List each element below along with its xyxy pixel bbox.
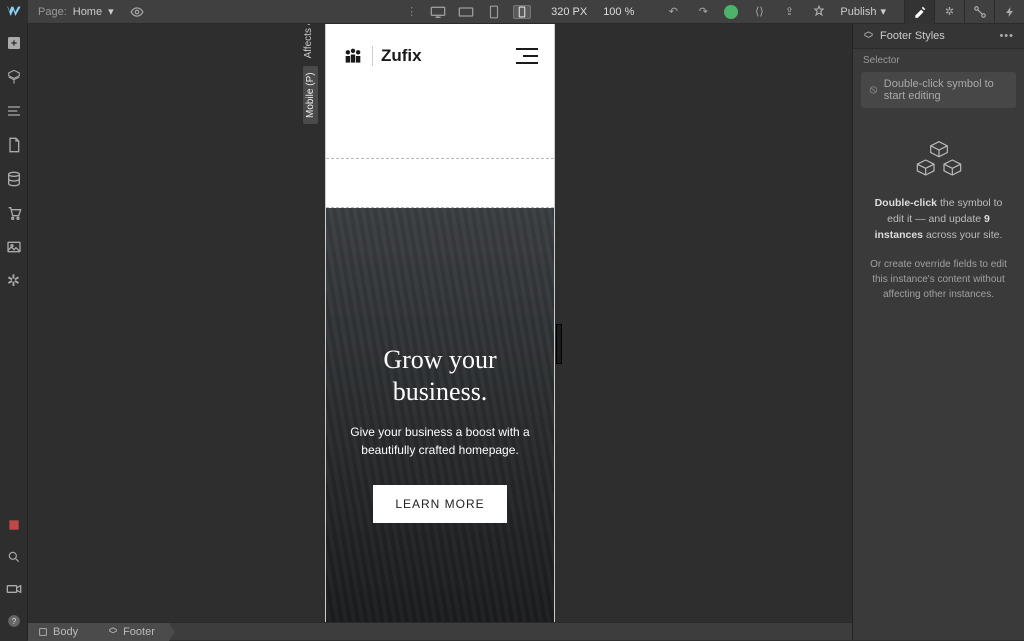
panel-header: Footer Styles ••• <box>853 24 1024 49</box>
interactions-panel-tab[interactable] <box>994 0 1024 24</box>
publish-button[interactable]: Publish ▾ <box>840 5 886 18</box>
brand[interactable]: Zufix <box>342 46 422 66</box>
device-switcher: 320 PX 100 % <box>429 5 634 19</box>
info-suffix: across your site. <box>923 229 1002 241</box>
page-selector[interactable]: Page: Home ▾ <box>28 5 124 18</box>
panel-menu-icon[interactable]: ••• <box>999 30 1014 42</box>
page-name: Home <box>73 6 102 18</box>
breadcrumb-body[interactable]: Body <box>28 623 92 641</box>
navigator-icon[interactable] <box>5 102 23 120</box>
tablet-portrait-icon[interactable] <box>485 5 503 19</box>
mobile-icon[interactable] <box>513 5 531 19</box>
settings-icon[interactable]: ✲ <box>5 272 23 290</box>
style-panel-tab[interactable] <box>904 0 934 24</box>
topbar: Page: Home ▾ ⋮ 320 PX 100 % ↶ ↷ ⟨⟩ ⇪ Pub… <box>0 0 1024 24</box>
search-icon[interactable] <box>5 548 23 566</box>
chevron-down-icon: ▾ <box>108 5 114 18</box>
viewport-width[interactable]: 320 PX <box>551 6 587 18</box>
body-icon <box>38 627 48 637</box>
canvas[interactable]: Mobile (P) Affects 479px and below Zufix… <box>28 24 852 622</box>
viewport-resize-handle[interactable] <box>556 324 562 364</box>
left-toolbar: ✲ ? <box>0 24 28 640</box>
add-element-icon[interactable] <box>5 34 23 52</box>
brand-logo-icon <box>342 47 364 65</box>
breakpoint-label: Mobile (P) Affects 479px and below <box>303 24 318 124</box>
site-navbar: Zufix <box>326 24 554 88</box>
webflow-logo-icon[interactable] <box>0 0 28 24</box>
mobile-viewport[interactable]: Zufix Grow your business. Give your busi… <box>325 24 555 622</box>
hero-subtitle: Give your business a boost with a beauti… <box>344 423 536 459</box>
style-panel: Footer Styles ••• Selector Double-click … <box>852 24 1024 640</box>
selector-input[interactable]: Double-click symbol to start editing <box>861 72 1016 108</box>
pages-icon[interactable] <box>5 136 23 154</box>
publish-label: Publish <box>840 6 876 18</box>
hero-title: Grow your business. <box>344 344 536 409</box>
breakpoint-badge: Mobile (P) <box>303 66 318 124</box>
symbols-icon[interactable] <box>5 68 23 86</box>
video-tutorial-icon[interactable] <box>5 580 23 598</box>
preview-eye-icon[interactable] <box>130 5 144 19</box>
chevron-down-icon: ▾ <box>880 5 886 18</box>
assets-icon[interactable] <box>5 238 23 256</box>
symbol-icon <box>863 31 874 42</box>
redo-icon[interactable]: ↷ <box>694 3 712 21</box>
zoom-level[interactable]: 100 % <box>603 6 634 18</box>
code-icon[interactable]: ⟨⟩ <box>750 3 768 21</box>
settings-panel-tab[interactable]: ✲ <box>934 0 964 24</box>
more-icon[interactable]: ⋮ <box>406 5 417 18</box>
breadcrumb-footer[interactable]: Footer <box>92 623 169 641</box>
help-icon[interactable]: ? <box>5 612 23 630</box>
selector-hint: Double-click symbol to start editing <box>884 78 1008 102</box>
hero-cta-button[interactable]: LEARN MORE <box>373 485 506 523</box>
svg-text:?: ? <box>11 617 16 626</box>
audit-icon[interactable] <box>5 516 23 534</box>
export-icon[interactable]: ⇪ <box>780 3 798 21</box>
breakpoint-affects: Affects 479px and below <box>303 24 318 58</box>
ecommerce-icon[interactable] <box>5 204 23 222</box>
undo-icon[interactable]: ↶ <box>664 3 682 21</box>
info-bold-1: Double-click <box>875 197 940 209</box>
audit-icon[interactable] <box>810 3 828 21</box>
breadcrumb-body-label: Body <box>53 626 78 638</box>
breadcrumb-bar: Body Footer <box>28 622 852 640</box>
cubes-icon <box>914 140 964 180</box>
style-manager-tab[interactable] <box>964 0 994 24</box>
cms-icon[interactable] <box>5 170 23 188</box>
section-placeholder[interactable] <box>326 158 554 208</box>
selector-section-label: Selector <box>853 49 1024 72</box>
page-label: Page: <box>38 6 67 18</box>
hero-section[interactable]: Grow your business. Give your business a… <box>326 208 554 622</box>
panel-title: Footer Styles <box>880 30 945 42</box>
info-line2: Or create override fields to edit this i… <box>867 257 1010 302</box>
symbol-icon <box>108 627 118 637</box>
desktop-icon[interactable] <box>429 5 447 19</box>
breadcrumb-footer-label: Footer <box>123 626 155 638</box>
menu-icon[interactable] <box>516 48 538 64</box>
brand-name: Zufix <box>381 46 422 66</box>
symbol-info: Double-click the symbol to edit it — and… <box>853 108 1024 320</box>
tablet-landscape-icon[interactable] <box>457 5 475 19</box>
blocked-icon <box>869 84 878 96</box>
status-ok-icon[interactable] <box>724 5 738 19</box>
